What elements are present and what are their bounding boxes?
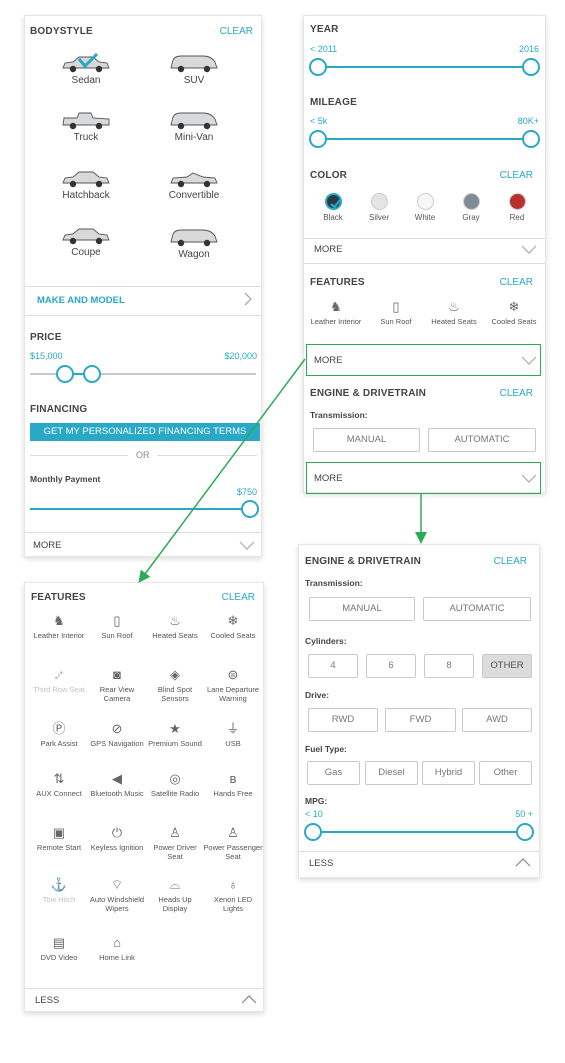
arrow-to-features <box>138 358 306 583</box>
flow-arrows <box>138 358 427 583</box>
